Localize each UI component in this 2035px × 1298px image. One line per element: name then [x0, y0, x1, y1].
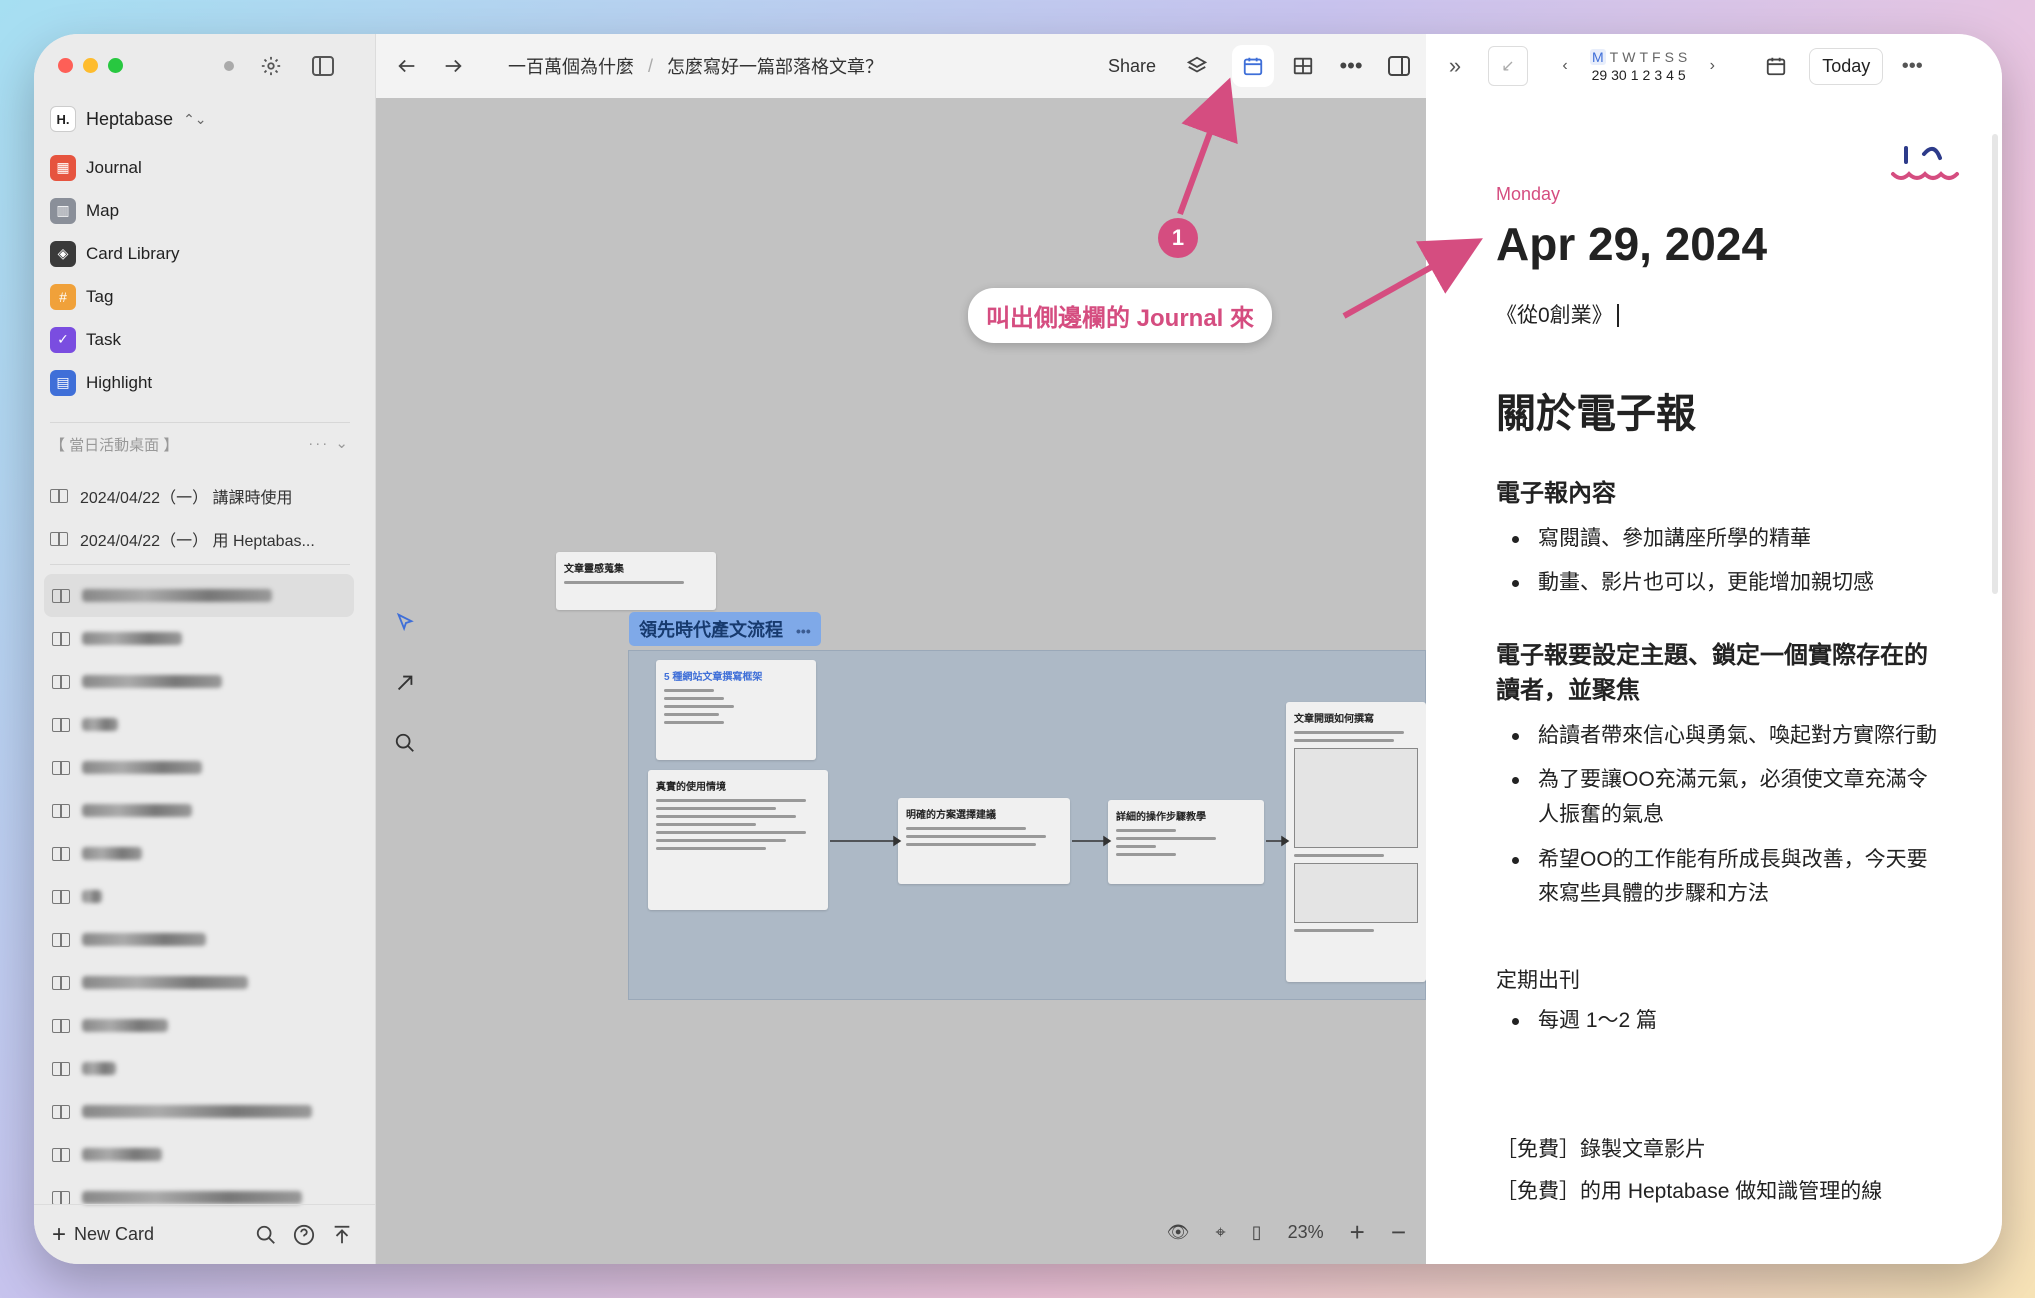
annotation-number-badge: 1 — [1158, 218, 1198, 258]
annotation-callout: 叫出側邊欄的 Journal 來 — [968, 288, 1273, 343]
annotation-arrows — [1177, 77, 1483, 319]
